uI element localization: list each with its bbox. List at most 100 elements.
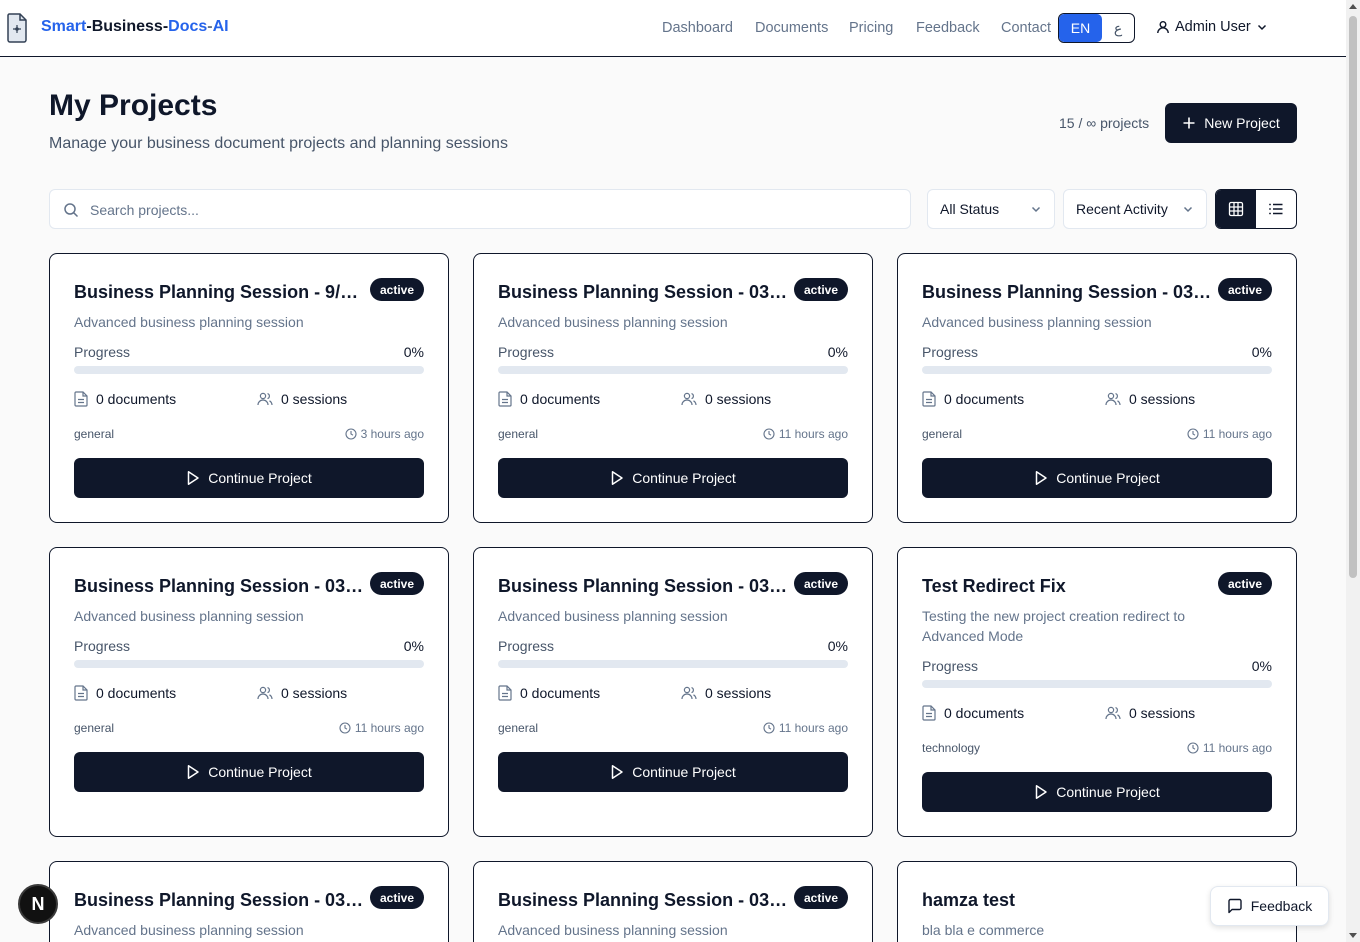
nav-contact[interactable]: Contact bbox=[1001, 20, 1051, 36]
search-icon bbox=[64, 203, 79, 218]
floating-feedback-button[interactable]: Feedback bbox=[1210, 886, 1329, 926]
nav-dashboard[interactable]: Dashboard bbox=[662, 20, 733, 36]
play-icon bbox=[1035, 471, 1047, 485]
documents-count: 0 documents bbox=[498, 685, 600, 701]
project-title[interactable]: Business Planning Session - 03/09/2025, … bbox=[74, 576, 364, 597]
last-activity-label: 11 hours ago bbox=[354, 721, 424, 735]
sessions-count: 0 sessions bbox=[681, 391, 771, 407]
users-icon bbox=[257, 392, 273, 406]
last-activity-label: 3 hours ago bbox=[360, 427, 424, 441]
project-title[interactable]: Business Planning Session - 9/3/2025, 2:… bbox=[74, 282, 364, 303]
progress-label: Progress bbox=[922, 344, 979, 360]
continue-project-button[interactable]: Continue Project bbox=[498, 752, 848, 792]
project-count: 15 / ∞ projects bbox=[1059, 115, 1150, 131]
scroll-down-arrow-icon[interactable] bbox=[1349, 933, 1357, 938]
floating-feedback-label: Feedback bbox=[1250, 898, 1313, 914]
status-filter-select[interactable]: All Status bbox=[927, 189, 1055, 229]
progress-label: Progress bbox=[498, 638, 555, 654]
project-card[interactable]: Business Planning Session - 03/09/2025, … bbox=[897, 253, 1297, 523]
nav-pricing[interactable]: Pricing bbox=[849, 20, 893, 36]
play-icon bbox=[1035, 785, 1047, 799]
sessions-count: 0 sessions bbox=[1105, 705, 1195, 721]
nav-feedback[interactable]: Feedback bbox=[916, 20, 980, 36]
clock-icon bbox=[1187, 428, 1199, 440]
last-activity: 11 hours ago bbox=[763, 721, 848, 735]
scroll-up-arrow-icon[interactable] bbox=[1349, 4, 1357, 9]
sort-select[interactable]: Recent Activity bbox=[1063, 189, 1207, 229]
play-icon bbox=[187, 765, 199, 779]
project-category: general bbox=[922, 427, 963, 441]
status-badge: active bbox=[793, 886, 848, 909]
sessions-label: 0 sessions bbox=[1129, 391, 1196, 407]
chevron-down-icon bbox=[1257, 24, 1266, 31]
project-title[interactable]: Business Planning Session - 03/09/2025, … bbox=[498, 890, 788, 911]
nextjs-dev-badge[interactable]: N bbox=[18, 884, 58, 924]
project-card[interactable]: Business Planning Session - 03/09/2025, … bbox=[473, 861, 873, 942]
nav-documents[interactable]: Documents bbox=[755, 20, 828, 36]
search-input[interactable] bbox=[90, 199, 890, 221]
continue-project-button[interactable]: Continue Project bbox=[74, 752, 424, 792]
project-title[interactable]: Business Planning Session - 03/09/2025, … bbox=[498, 282, 788, 303]
progress-value: 0% bbox=[403, 638, 424, 654]
continue-project-button[interactable]: Continue Project bbox=[498, 458, 848, 498]
documents-count: 0 documents bbox=[922, 391, 1024, 407]
users-icon bbox=[1105, 392, 1121, 406]
project-title[interactable]: hamza test bbox=[922, 890, 1212, 911]
clock-icon bbox=[345, 428, 357, 440]
logo-icon[interactable] bbox=[6, 13, 28, 43]
grid-icon bbox=[1228, 201, 1244, 217]
sessions-label: 0 sessions bbox=[705, 685, 772, 701]
lang-ar-button[interactable]: ع bbox=[1102, 14, 1134, 42]
last-activity: 11 hours ago bbox=[339, 721, 424, 735]
message-square-icon bbox=[1228, 898, 1242, 914]
sessions-count: 0 sessions bbox=[257, 685, 347, 701]
file-text-icon bbox=[498, 685, 512, 701]
continue-project-button[interactable]: Continue Project bbox=[74, 458, 424, 498]
user-name: Admin User bbox=[1175, 19, 1251, 35]
project-title[interactable]: Business Planning Session - 03/09/2025, … bbox=[922, 282, 1212, 303]
project-description: bla bla e commerce bbox=[922, 922, 1045, 938]
page-scrollbar[interactable] bbox=[1346, 0, 1360, 942]
project-title[interactable]: Test Redirect Fix bbox=[922, 576, 1212, 597]
file-text-icon bbox=[74, 391, 88, 407]
brand-part: Docs bbox=[168, 18, 208, 35]
user-icon bbox=[1157, 21, 1169, 34]
last-activity-label: 11 hours ago bbox=[778, 427, 848, 441]
top-navbar: Smart-Business-Docs-AI Dashboard Documen… bbox=[0, 0, 1346, 57]
user-menu[interactable]: Admin User bbox=[1156, 19, 1268, 35]
sessions-count: 0 sessions bbox=[1105, 391, 1195, 407]
new-project-button[interactable]: New Project bbox=[1165, 103, 1297, 143]
language-switcher: EN ع bbox=[1058, 13, 1135, 43]
project-description: Advanced business planning session bbox=[74, 608, 304, 624]
scroll-thumb[interactable] bbox=[1349, 16, 1357, 578]
project-card[interactable]: Business Planning Session - 03/09/2025, … bbox=[49, 861, 449, 942]
list-view-button[interactable] bbox=[1256, 190, 1296, 228]
project-category: general bbox=[74, 721, 115, 735]
status-badge: active bbox=[793, 572, 848, 595]
progress-bar bbox=[922, 366, 1272, 374]
project-card[interactable]: Business Planning Session - 03/09/2025, … bbox=[49, 547, 449, 837]
documents-label: 0 documents bbox=[520, 391, 601, 407]
project-card[interactable]: Test Redirect Fix active Testing the new p… bbox=[897, 547, 1297, 837]
project-card[interactable]: Business Planning Session - 03/09/2025, … bbox=[473, 253, 873, 523]
lang-en-button[interactable]: EN bbox=[1059, 14, 1102, 42]
continue-project-button[interactable]: Continue Project bbox=[922, 458, 1272, 498]
continue-project-button[interactable]: Continue Project bbox=[922, 772, 1272, 812]
progress-label: Progress bbox=[74, 638, 131, 654]
continue-label: Continue Project bbox=[208, 470, 312, 486]
project-title[interactable]: Business Planning Session - 03/09/2025, … bbox=[498, 576, 788, 597]
search-box bbox=[49, 189, 911, 229]
page-title: My Projects bbox=[49, 89, 218, 122]
file-text-icon bbox=[498, 391, 512, 407]
progress-label: Progress bbox=[922, 658, 979, 674]
users-icon bbox=[681, 392, 697, 406]
last-activity: 11 hours ago bbox=[763, 427, 848, 441]
project-title[interactable]: Business Planning Session - 03/09/2025, … bbox=[74, 890, 364, 911]
grid-view-button[interactable] bbox=[1216, 190, 1256, 228]
clock-icon bbox=[1187, 742, 1199, 754]
project-card[interactable]: Business Planning Session - 03/09/2025, … bbox=[473, 547, 873, 837]
continue-label: Continue Project bbox=[632, 470, 736, 486]
documents-label: 0 documents bbox=[96, 685, 177, 701]
brand-name[interactable]: Smart-Business-Docs-AI bbox=[41, 18, 229, 36]
project-card[interactable]: Business Planning Session - 9/3/2025, 2:… bbox=[49, 253, 449, 523]
